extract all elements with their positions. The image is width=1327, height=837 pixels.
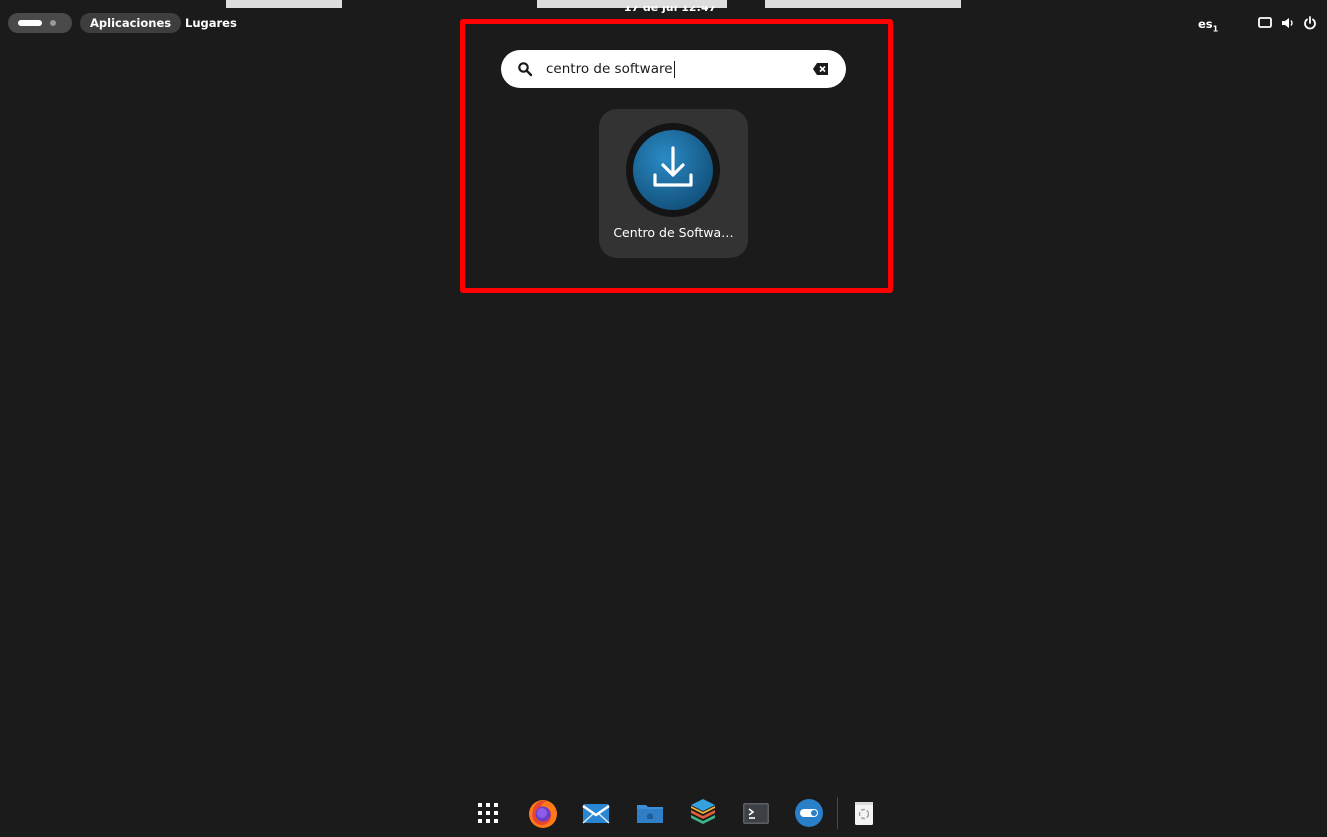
workspace-indicator-active <box>18 20 42 26</box>
folder-icon[interactable] <box>634 797 666 829</box>
search-value: centro de software <box>546 61 673 77</box>
search-text: centro de software <box>546 50 676 88</box>
text-cursor <box>673 60 676 78</box>
layers-icon[interactable] <box>687 797 719 829</box>
applications-menu[interactable]: Aplicaciones <box>80 13 182 33</box>
places-menu[interactable]: Lugares <box>175 13 247 33</box>
keyboard-layout-label: es <box>1198 17 1213 31</box>
activities-button[interactable] <box>8 13 72 33</box>
clock[interactable]: 17 de jul 12:47 <box>610 6 730 16</box>
search-input[interactable]: centro de software <box>501 50 846 88</box>
clear-search-icon[interactable] <box>812 61 830 77</box>
power-icon[interactable] <box>1302 15 1318 31</box>
search-icon <box>518 62 533 77</box>
download-icon <box>626 123 720 217</box>
screen-icon[interactable] <box>1257 15 1273 31</box>
dock <box>462 789 882 837</box>
volume-icon[interactable] <box>1280 15 1296 31</box>
terminal-icon[interactable] <box>740 797 772 829</box>
search-result-software-center[interactable]: Centro de Softwa… <box>599 109 748 258</box>
keyboard-layout-index: 1 <box>1212 24 1219 34</box>
top-bar: Aplicaciones Lugares 17 de jul 12:47 es1 <box>0 0 1327 48</box>
result-label: Centro de Softwa… <box>613 225 734 240</box>
firefox-icon[interactable] <box>527 797 559 829</box>
workspace-indicator <box>50 20 56 26</box>
dock-separator <box>837 797 838 829</box>
grid-icon[interactable] <box>472 797 504 829</box>
trash-icon[interactable] <box>848 797 880 829</box>
toggle-icon[interactable] <box>793 797 825 829</box>
mail-icon[interactable] <box>580 797 612 829</box>
desktop-overview: Aplicaciones Lugares 17 de jul 12:47 es1… <box>0 0 1327 837</box>
keyboard-layout-indicator[interactable]: es1 <box>1198 14 1218 39</box>
